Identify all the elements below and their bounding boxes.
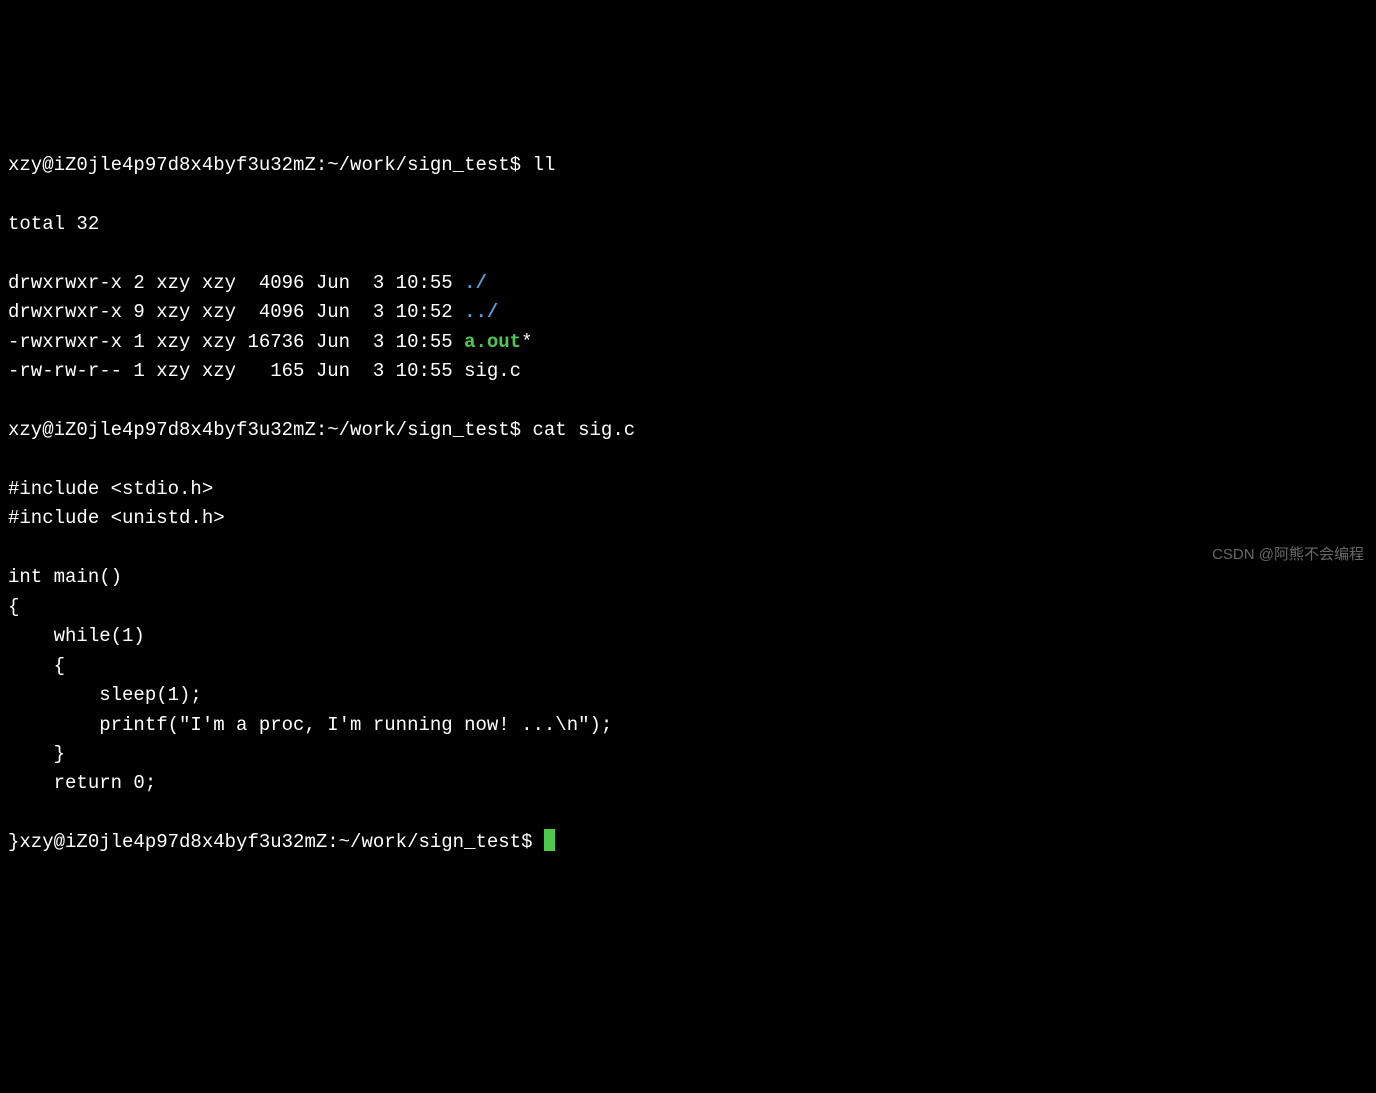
file-meta: drwxrwxr-x 2 xzy xzy 4096 Jun 3 10:55 <box>8 272 464 294</box>
prompt-text: xzy@iZ0jle4p97d8x4byf3u32mZ:~/work/sign_… <box>8 154 533 176</box>
source-line: return 0; <box>8 769 1368 798</box>
file-name: ./ <box>464 272 487 294</box>
source-line: { <box>8 652 1368 681</box>
prompt-line-1: xzy@iZ0jle4p97d8x4byf3u32mZ:~/work/sign_… <box>8 151 1368 180</box>
prompt-text: xzy@iZ0jle4p97d8x4byf3u32mZ:~/work/sign_… <box>19 831 544 853</box>
source-line: } <box>8 740 1368 769</box>
file-name: sig.c <box>464 360 521 382</box>
file-name: ../ <box>464 301 498 323</box>
ll-total: total 32 <box>8 210 1368 239</box>
source-line: #include <unistd.h> <box>8 504 1368 533</box>
prompt-line-2: xzy@iZ0jle4p97d8x4byf3u32mZ:~/work/sign_… <box>8 416 1368 445</box>
file-meta: drwxrwxr-x 9 xzy xzy 4096 Jun 3 10:52 <box>8 301 464 323</box>
source-code: #include <stdio.h>#include <unistd.h> in… <box>8 475 1368 799</box>
prompt-text: xzy@iZ0jle4p97d8x4byf3u32mZ:~/work/sign_… <box>8 419 533 441</box>
file-meta: -rw-rw-r-- 1 xzy xzy 165 Jun 3 10:55 <box>8 360 464 382</box>
list-item: -rwxrwxr-x 1 xzy xzy 16736 Jun 3 10:55 a… <box>8 328 1368 357</box>
source-line <box>8 534 1368 563</box>
command-text: ll <box>533 154 556 176</box>
list-item: drwxrwxr-x 9 xzy xzy 4096 Jun 3 10:52 ..… <box>8 298 1368 327</box>
terminal-output[interactable]: xzy@iZ0jle4p97d8x4byf3u32mZ:~/work/sign_… <box>8 122 1368 887</box>
cursor-icon <box>544 829 555 851</box>
source-line: while(1) <box>8 622 1368 651</box>
list-item: drwxrwxr-x 2 xzy xzy 4096 Jun 3 10:55 ./ <box>8 269 1368 298</box>
source-line: { <box>8 593 1368 622</box>
source-line: printf("I'm a proc, I'm running now! ...… <box>8 711 1368 740</box>
source-line: #include <stdio.h> <box>8 475 1368 504</box>
command-text: cat sig.c <box>533 419 636 441</box>
watermark-text: CSDN @阿熊不会编程 <box>1212 543 1364 566</box>
source-line: sleep(1); <box>8 681 1368 710</box>
list-item: -rw-rw-r-- 1 xzy xzy 165 Jun 3 10:55 sig… <box>8 357 1368 386</box>
source-line-last: } <box>8 831 19 853</box>
file-meta: -rwxrwxr-x 1 xzy xzy 16736 Jun 3 10:55 <box>8 331 464 353</box>
ll-listing: drwxrwxr-x 2 xzy xzy 4096 Jun 3 10:55 ./… <box>8 269 1368 387</box>
file-name: a.out <box>464 331 521 353</box>
prompt-line-3: }xzy@iZ0jle4p97d8x4byf3u32mZ:~/work/sign… <box>8 828 1368 857</box>
file-suffix: * <box>521 331 532 353</box>
source-line: int main() <box>8 563 1368 592</box>
